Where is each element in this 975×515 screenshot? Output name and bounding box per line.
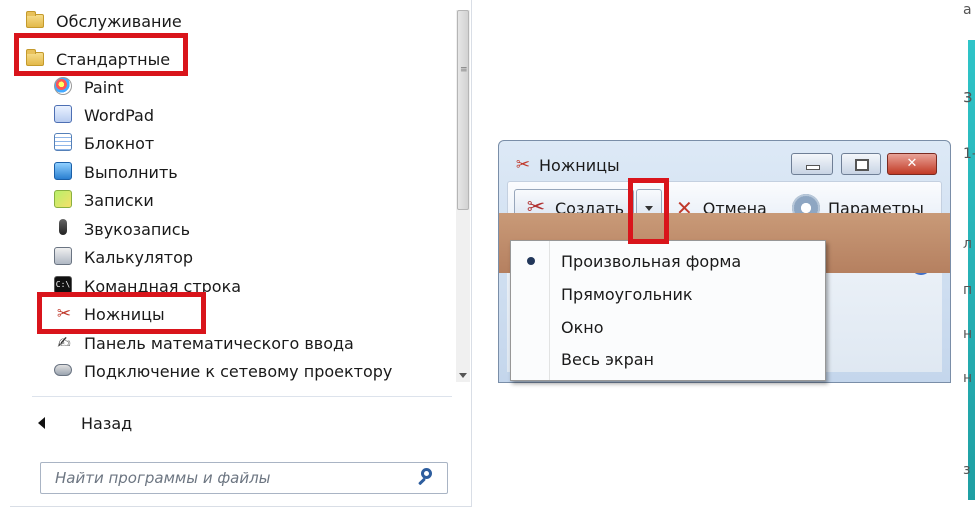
menu-item-calculator[interactable]: Калькулятор xyxy=(24,244,454,270)
wordpad-icon xyxy=(54,105,74,125)
minimize-button[interactable] xyxy=(791,153,833,175)
search-box[interactable] xyxy=(40,462,448,494)
dropdown-item-label: Прямоугольник xyxy=(561,284,693,304)
window-title: ✂ Ножницы xyxy=(513,155,620,175)
math-input-icon: ✍ xyxy=(57,333,71,352)
dropdown-item-label: Окно xyxy=(561,317,604,337)
dropdown-item-label: Весь экран xyxy=(561,349,654,369)
menu-divider xyxy=(32,396,452,397)
notepad-icon xyxy=(54,133,74,153)
menu-item-label: WordPad xyxy=(84,105,155,125)
folder-icon xyxy=(26,11,46,31)
menu-item-label: Paint xyxy=(84,77,124,97)
dropdown-item-free-form[interactable]: Произвольная форма xyxy=(511,245,825,277)
right-edge-text: а xyxy=(963,2,972,18)
menu-item-label: Блокнот xyxy=(84,133,155,153)
right-edge-text: п xyxy=(963,282,973,298)
menu-item-math-input[interactable]: ✍ Панель математического ввода xyxy=(24,330,454,356)
scroll-down-arrow-icon[interactable] xyxy=(459,373,467,378)
program-list-scrollbar[interactable]: ≡ xyxy=(456,10,470,382)
menu-item-accessories[interactable]: Стандартные xyxy=(24,46,454,72)
menu-item-label: Выполнить xyxy=(84,162,178,182)
menu-item-label: Ножницы xyxy=(84,304,165,324)
menu-item-run[interactable]: Выполнить xyxy=(24,159,454,185)
menu-item-command-prompt[interactable]: C:\ Командная строка xyxy=(24,273,454,299)
sticky-notes-icon xyxy=(54,190,74,210)
right-edge-text: з xyxy=(963,86,973,107)
dropdown-item-rectangular[interactable]: Прямоугольник xyxy=(511,278,825,310)
folder-icon xyxy=(26,49,46,69)
menu-item-label: Стандартные xyxy=(56,49,171,69)
menu-item-label: Записки xyxy=(84,190,154,210)
window-title-text: Ножницы xyxy=(539,155,620,175)
search-icon[interactable] xyxy=(415,467,437,489)
dropdown-item-window[interactable]: Окно xyxy=(511,311,825,343)
scissors-icon: ✂ xyxy=(515,155,531,175)
calculator-icon xyxy=(54,247,74,267)
dropdown-item-full-screen[interactable]: Весь экран xyxy=(511,343,825,375)
scrollbar-thumb[interactable]: ≡ xyxy=(457,10,469,210)
right-edge-window-border xyxy=(968,40,975,500)
program-list: Обслуживание Стандартные Paint WordPad Б… xyxy=(24,10,454,382)
menu-item-sticky-notes[interactable]: Записки xyxy=(24,187,454,213)
menu-item-label: Обслуживание xyxy=(56,11,182,31)
menu-item-network-projector[interactable]: Подключение к сетевому проектору xyxy=(24,358,454,382)
selected-bullet-icon xyxy=(527,257,535,265)
back-button[interactable]: Назад xyxy=(38,410,132,436)
menu-item-sound-recorder[interactable]: Звукозапись xyxy=(24,216,454,242)
menu-item-label: Панель математического ввода xyxy=(84,333,354,353)
dropdown-item-label: Произвольная форма xyxy=(561,251,742,271)
menu-item-wordpad[interactable]: WordPad xyxy=(24,102,454,128)
menu-item-label: Командная строка xyxy=(84,276,242,296)
close-button[interactable]: ✕ xyxy=(887,153,937,175)
scissors-icon: ✂ xyxy=(56,304,72,324)
right-edge-text: л xyxy=(963,236,972,252)
menu-item-maintenance[interactable]: Обслуживание xyxy=(24,10,454,34)
menu-item-label: Подключение к сетевому проектору xyxy=(84,361,393,381)
menu-item-label: Калькулятор xyxy=(84,247,194,267)
back-arrow-icon xyxy=(38,417,45,429)
start-menu-panel: Обслуживание Стандартные Paint WordPad Б… xyxy=(10,0,472,507)
search-input[interactable] xyxy=(53,463,415,493)
snip-mode-dropdown: Произвольная форма Прямоугольник Окно Ве… xyxy=(510,240,826,381)
right-edge-text: з xyxy=(963,462,971,478)
menu-item-label: Звукозапись xyxy=(84,219,191,239)
right-edge-text: н xyxy=(963,326,973,342)
command-prompt-icon: C:\ xyxy=(54,276,74,296)
maximize-button[interactable] xyxy=(841,153,881,175)
right-edge-text: н xyxy=(963,370,973,386)
microphone-icon xyxy=(54,219,74,239)
grip-icon: ≡ xyxy=(460,65,468,75)
run-icon xyxy=(54,162,74,182)
menu-item-snipping-tool[interactable]: ✂ Ножницы xyxy=(24,301,454,327)
menu-item-paint[interactable]: Paint xyxy=(24,74,454,100)
projector-icon xyxy=(54,361,74,381)
right-edge-text: 1- xyxy=(963,146,975,162)
back-label: Назад xyxy=(81,413,133,433)
close-icon: ✕ xyxy=(906,156,918,171)
menu-item-notepad[interactable]: Блокнот xyxy=(24,130,454,156)
paint-icon xyxy=(54,77,74,97)
